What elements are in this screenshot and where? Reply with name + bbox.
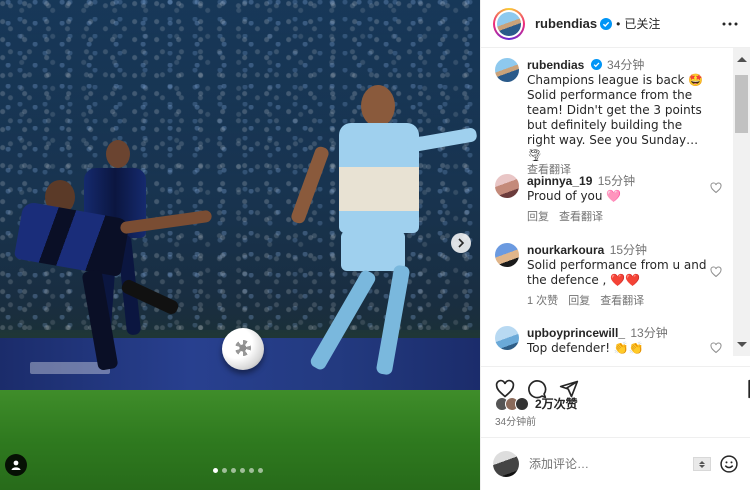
header-separator: • (616, 16, 621, 31)
liker-avatar (515, 396, 529, 411)
reply-button[interactable]: 回复 (568, 294, 590, 309)
emoji-picker-button[interactable] (719, 454, 739, 474)
following-button[interactable]: 已关注 (624, 15, 660, 32)
caption-text: Solid performance from the team! Didn't … (527, 88, 702, 162)
comment-text: Proud of you 🩷 (527, 189, 622, 203)
author-username[interactable]: rubendias (535, 16, 597, 31)
verified-badge-icon (600, 17, 613, 30)
comment-composer (481, 437, 750, 490)
heart-icon (710, 266, 722, 278)
carousel-dot (213, 468, 218, 473)
carousel-dot (258, 468, 263, 473)
likes-count[interactable]: 2万次赞 (535, 395, 578, 412)
translate-link[interactable]: 查看翻译 (559, 210, 603, 225)
heart-icon (710, 182, 722, 194)
input-spinner[interactable] (693, 457, 711, 471)
comment-like-button[interactable] (710, 182, 722, 194)
comment-item: apinnya_19 15分钟 Proud of you 🩷 回复 查看翻译 (495, 174, 713, 225)
user-tag-icon (11, 460, 21, 470)
emoji-icon (720, 455, 738, 473)
more-options-icon (722, 22, 738, 25)
opponent-player (0, 180, 213, 390)
caption-time: 34分钟 (607, 58, 645, 72)
comment-input[interactable] (529, 457, 679, 471)
current-user-avatar (493, 451, 519, 477)
carousel-dot (249, 468, 254, 473)
heart-icon (710, 342, 722, 354)
scroll-up-arrow[interactable] (737, 57, 747, 62)
chevron-right-icon (458, 238, 465, 248)
save-button[interactable] (745, 379, 750, 399)
pitch-grass (0, 390, 480, 490)
post-photo[interactable] (0, 0, 480, 490)
comment-like-button[interactable] (710, 342, 722, 354)
caption-line-1: Champions league is back 🤩 (527, 73, 704, 87)
commenter-avatar[interactable] (495, 243, 519, 267)
comments-scrollbar[interactable] (733, 48, 750, 356)
post-timestamp[interactable]: 34分钟前 (495, 413, 536, 428)
comment-like-button[interactable] (710, 266, 722, 278)
more-options-button[interactable] (722, 22, 738, 26)
user-tags-button[interactable] (5, 454, 27, 476)
translate-link[interactable]: 查看翻译 (600, 294, 644, 309)
carousel-dot (222, 468, 227, 473)
reply-button[interactable]: 回复 (527, 210, 549, 225)
caption-username[interactable]: rubendias (527, 58, 584, 72)
comment-item: nourkarkoura 15分钟 Solid performance from… (495, 243, 713, 309)
commenter-avatar[interactable] (495, 326, 519, 350)
commenter-avatar[interactable] (495, 174, 519, 198)
football (222, 328, 264, 370)
instagram-post: rubendias • 已关注 rubendias 34分钟 Champions… (0, 0, 750, 490)
caption: rubendias 34分钟 Champions league is back … (495, 58, 713, 178)
comment-text: Top defender! 👏👏 (527, 341, 644, 355)
commenter-username[interactable]: apinnya_19 (527, 174, 592, 188)
caption-avatar[interactable] (495, 58, 519, 82)
post-side-panel: rubendias • 已关注 rubendias 34分钟 Champions… (480, 0, 750, 490)
carousel-indicator (213, 468, 263, 473)
author-avatar[interactable] (493, 7, 525, 40)
comment-time: 15分钟 (597, 174, 636, 188)
comment-likes-count[interactable]: 1 次赞 (527, 294, 558, 309)
carousel-dot (240, 468, 245, 473)
scroll-thumb[interactable] (735, 75, 748, 133)
likes-summary: 2万次赞 (495, 395, 578, 412)
comment-text: Solid performance from u and the defence… (527, 258, 707, 287)
comment-time: 13分钟 (630, 326, 668, 340)
save-icon (748, 379, 750, 399)
next-slide-button[interactable] (451, 233, 471, 253)
commenter-username[interactable]: nourkarkoura (527, 243, 604, 257)
verified-badge-icon (590, 59, 602, 70)
commenter-username[interactable]: upboyprincewill_ (527, 326, 625, 340)
comment-item: upboyprincewill_ 13分钟 Top defender! 👏👏 (495, 326, 713, 356)
post-header: rubendias • 已关注 (481, 0, 750, 48)
comment-time: 15分钟 (609, 243, 648, 257)
carousel-dot (231, 468, 236, 473)
comments-list[interactable]: rubendias 34分钟 Champions league is back … (481, 48, 750, 356)
scroll-down-arrow[interactable] (737, 342, 747, 347)
